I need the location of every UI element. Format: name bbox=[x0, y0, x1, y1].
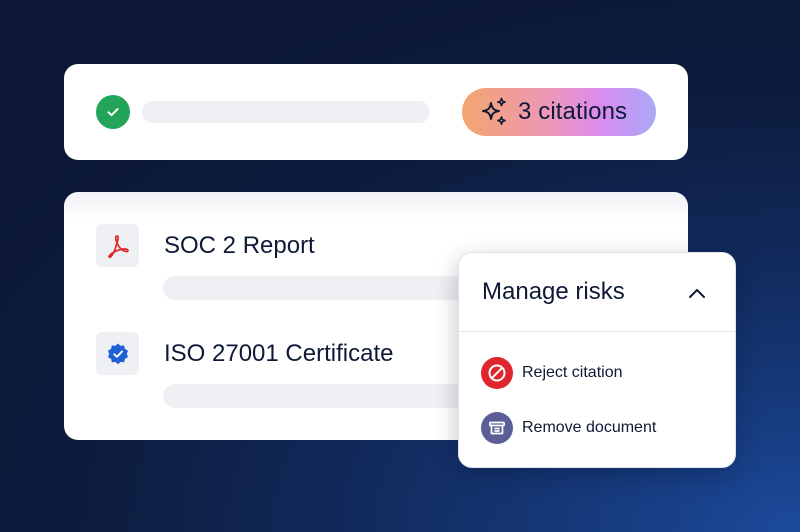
popover-header[interactable]: Manage risks bbox=[459, 253, 735, 332]
archive-icon bbox=[481, 412, 513, 444]
document-title[interactable]: SOC 2 Report bbox=[164, 232, 315, 260]
citation-status-card: 3 citations bbox=[64, 64, 688, 160]
pdf-icon bbox=[96, 224, 139, 267]
popover-title: Manage risks bbox=[482, 278, 625, 305]
document-title[interactable]: ISO 27001 Certificate bbox=[164, 340, 393, 368]
sparkles-icon bbox=[478, 96, 510, 128]
reject-citation-menu-item[interactable]: Reject citation bbox=[481, 356, 623, 390]
text-placeholder-bar bbox=[142, 101, 430, 123]
text-placeholder-bar bbox=[163, 384, 503, 408]
text-placeholder-bar bbox=[163, 276, 503, 300]
manage-risks-popover: Manage risks Reject citation Remove docu… bbox=[458, 252, 736, 468]
check-icon bbox=[96, 95, 130, 129]
citations-button[interactable]: 3 citations bbox=[462, 88, 656, 136]
citations-label: 3 citations bbox=[518, 98, 628, 125]
menu-item-label: Reject citation bbox=[522, 364, 623, 381]
verified-badge-icon bbox=[96, 332, 139, 375]
block-icon bbox=[481, 357, 513, 389]
menu-item-label: Remove document bbox=[522, 419, 657, 436]
remove-document-menu-item[interactable]: Remove document bbox=[481, 411, 656, 445]
chevron-up-icon[interactable] bbox=[685, 281, 709, 305]
